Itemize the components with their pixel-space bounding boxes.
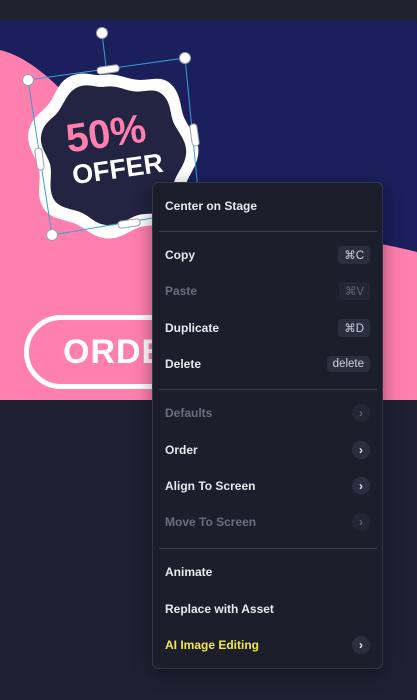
menu-item-defaults: Defaults ›: [153, 398, 382, 428]
menu-item-label: Center on Stage: [165, 199, 258, 213]
menu-item-label: Delete: [165, 357, 202, 371]
menu-item-label: Duplicate: [165, 321, 220, 335]
menu-item-replace-with-asset[interactable]: Replace with Asset: [153, 594, 382, 624]
menu-item-animate[interactable]: Animate: [153, 557, 382, 587]
menu-item-label: Replace with Asset: [165, 602, 274, 616]
menu-item-center-on-stage[interactable]: Center on Stage: [153, 191, 382, 221]
chevron-right-icon: ›: [352, 636, 370, 654]
chevron-right-icon: ›: [352, 441, 370, 459]
menu-item-move-to-screen: Move To Screen ›: [153, 507, 382, 537]
menu-item-copy[interactable]: Copy ⌘C: [153, 240, 382, 270]
menu-item-label: Move To Screen: [165, 515, 257, 529]
menu-item-label: AI Image Editing: [165, 638, 260, 652]
chevron-right-icon: ›: [352, 513, 370, 531]
shortcut-badge: ⌘C: [338, 246, 370, 264]
shortcut-badge: delete: [326, 356, 370, 372]
menu-item-label: Copy: [165, 248, 195, 262]
menu-item-label: Order: [165, 443, 198, 457]
menu-item-delete[interactable]: Delete delete: [153, 349, 382, 379]
menu-item-label: Defaults: [165, 406, 213, 420]
context-menu: Center on Stage Copy ⌘C Paste ⌘V Duplica…: [152, 182, 383, 669]
menu-item-duplicate[interactable]: Duplicate ⌘D: [153, 313, 382, 343]
menu-item-ai-image-editing[interactable]: AI Image Editing ›: [153, 630, 382, 660]
menu-divider: [159, 389, 377, 390]
chevron-right-icon: ›: [352, 477, 370, 495]
top-toolbar: [0, 0, 417, 20]
menu-item-align-to-screen[interactable]: Align To Screen ›: [153, 471, 382, 501]
menu-item-order[interactable]: Order ›: [153, 435, 382, 465]
menu-item-label: Animate: [165, 565, 213, 579]
menu-divider: [159, 231, 377, 232]
shortcut-badge: ⌘V: [338, 282, 370, 300]
menu-item-paste: Paste ⌘V: [153, 276, 382, 306]
menu-divider: [159, 548, 377, 549]
menu-item-label: Paste: [165, 284, 198, 298]
shortcut-badge: ⌘D: [338, 319, 370, 337]
chevron-right-icon: ›: [352, 404, 370, 422]
menu-item-label: Align To Screen: [165, 479, 256, 493]
